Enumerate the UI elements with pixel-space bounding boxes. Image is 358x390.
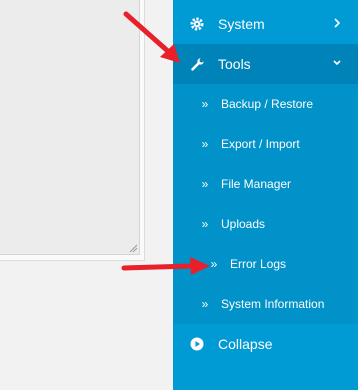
chevron-right-icon: [334, 18, 341, 28]
sidebar: System Tools » Backup / Restore » Export…: [173, 0, 358, 390]
submenu-item-label: Export / Import: [221, 137, 300, 151]
double-chevron-icon: »: [201, 97, 209, 111]
double-chevron-icon: »: [201, 137, 209, 151]
submenu-item-export-import[interactable]: » Export / Import: [173, 124, 358, 164]
submenu-item-label: Backup / Restore: [221, 97, 314, 111]
sidebar-item-label: Tools: [218, 56, 251, 72]
submenu-item-label: System Information: [221, 297, 325, 311]
gear-icon: [188, 15, 206, 33]
submenu-item-system-information[interactable]: » System Information: [173, 284, 358, 324]
double-chevron-icon: »: [201, 297, 209, 311]
submenu-item-backup-restore[interactable]: » Backup / Restore: [173, 84, 358, 124]
submenu-item-label: File Manager: [221, 177, 292, 191]
submenu-item-label: Error Logs: [230, 257, 287, 271]
sidebar-item-tools[interactable]: Tools: [173, 44, 358, 84]
tools-submenu: » Backup / Restore » Export / Import » F…: [173, 84, 358, 324]
sidebar-item-label: Collapse: [218, 336, 273, 352]
red-arrow-icon: [121, 257, 210, 275]
double-chevron-icon: »: [201, 217, 209, 231]
chevron-down-icon: [333, 60, 341, 66]
submenu-item-uploads[interactable]: » Uploads: [173, 204, 358, 244]
submenu-item-file-manager[interactable]: » File Manager: [173, 164, 358, 204]
sidebar-item-label: System: [218, 16, 265, 32]
resize-grip-icon[interactable]: [128, 243, 138, 253]
wrench-icon: [188, 55, 206, 73]
sidebar-item-system[interactable]: System: [173, 4, 358, 44]
submenu-item-label: Uploads: [221, 217, 266, 231]
red-arrow-icon: [123, 11, 180, 63]
sidebar-item-collapse[interactable]: Collapse: [173, 324, 358, 364]
double-chevron-icon: »: [201, 177, 209, 191]
play-circle-icon: [188, 335, 206, 353]
